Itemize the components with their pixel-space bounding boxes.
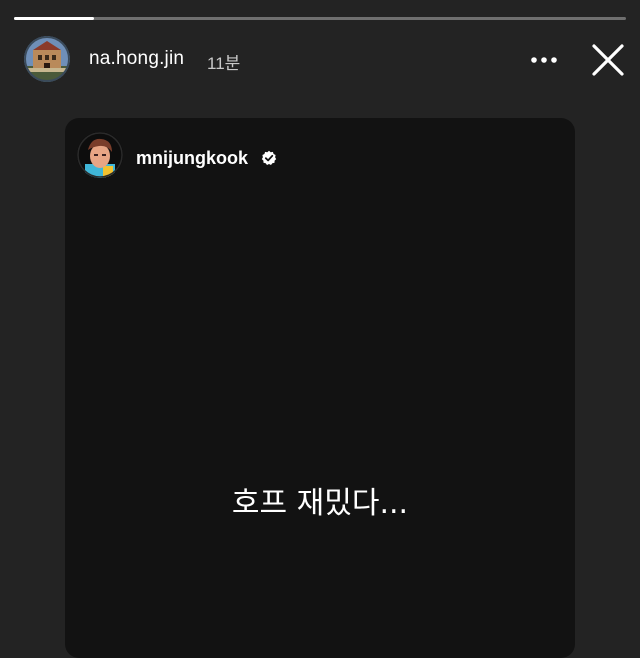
story-author-username[interactable]: na.hong.jin	[89, 48, 184, 70]
shared-author-avatar[interactable]	[77, 132, 123, 178]
shared-story-card[interactable]: mnijungkook 호프 재밌다...	[65, 118, 575, 658]
close-button[interactable]	[590, 42, 626, 78]
story-author-avatar[interactable]	[24, 36, 70, 82]
more-horizontal-icon	[531, 57, 557, 63]
close-icon	[592, 44, 624, 76]
story-text: 호프 재밌다...	[231, 486, 409, 521]
story-progress-bar	[14, 17, 626, 20]
building-photo-icon	[24, 36, 70, 82]
character-photo-icon	[77, 132, 123, 178]
verified-badge-icon	[261, 150, 277, 165]
more-options-button[interactable]	[528, 46, 560, 74]
story-progress-fill	[14, 17, 94, 20]
shared-author-username[interactable]: mnijungkook	[136, 148, 248, 169]
story-timestamp: 11분	[207, 54, 241, 73]
